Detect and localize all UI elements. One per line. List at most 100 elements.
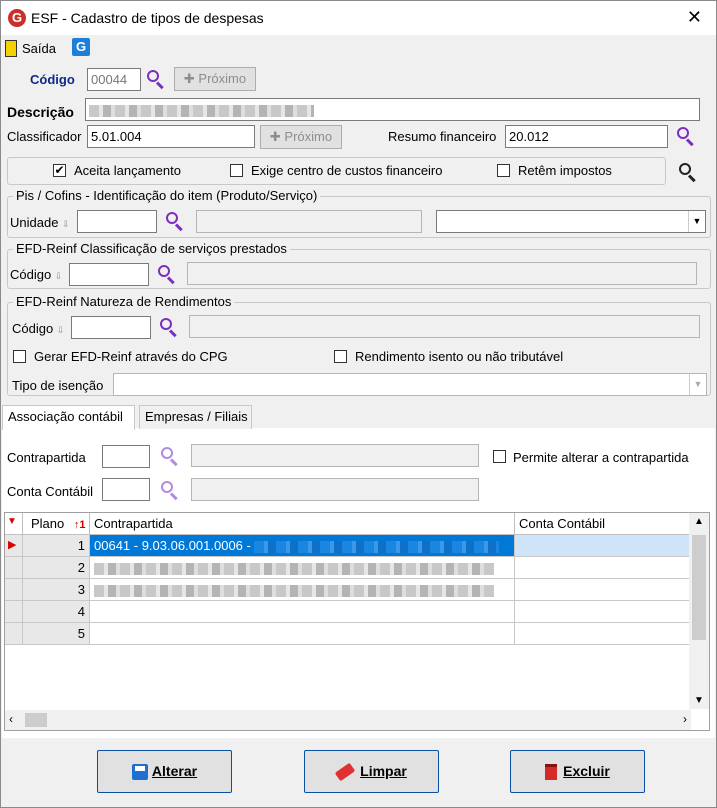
title-bar: G ESF - Cadastro de tipos de despesas ✕ bbox=[1, 1, 716, 35]
scroll-thumb[interactable] bbox=[25, 713, 47, 727]
efd-class-search-icon[interactable] bbox=[157, 264, 177, 285]
exit-button[interactable]: Saída bbox=[5, 39, 65, 59]
grid-header-plano-label: Plano bbox=[31, 516, 65, 531]
cell-plano[interactable]: 3 bbox=[23, 579, 90, 601]
descricao-label: Descrição bbox=[7, 104, 74, 120]
gerar-cpg-checkbox[interactable] bbox=[13, 350, 26, 363]
table-row[interactable]: ▶ 1 00641 - 9.03.06.001.0006 - bbox=[5, 535, 690, 557]
sort-indicator-icon: ↑1 bbox=[73, 519, 86, 531]
unidade-combo[interactable]: ▼ bbox=[436, 210, 706, 233]
cell-conta[interactable] bbox=[515, 579, 690, 601]
conta-search-icon[interactable] bbox=[160, 480, 180, 501]
grid-corner[interactable]: ▼ bbox=[5, 513, 23, 535]
close-icon[interactable]: ✕ bbox=[687, 7, 702, 28]
conta-description bbox=[191, 478, 479, 501]
table-row[interactable]: 5 bbox=[5, 623, 690, 645]
retem-label: Retêm impostos bbox=[518, 163, 612, 178]
unidade-search-icon[interactable] bbox=[165, 211, 185, 232]
conta-input[interactable] bbox=[102, 478, 150, 501]
codigo-next-label: Próximo bbox=[198, 71, 247, 86]
codigo-next-button[interactable]: ✚ Próximo bbox=[174, 67, 256, 91]
down-arrow-icon: ⇩ bbox=[62, 219, 70, 229]
efd-class-codigo-text: Código bbox=[10, 267, 52, 282]
contrapartida-description bbox=[191, 444, 479, 467]
trash-icon bbox=[545, 764, 558, 781]
codigo-input[interactable]: 00044 bbox=[87, 68, 141, 91]
help-logo-icon[interactable]: G bbox=[72, 38, 90, 56]
redacted-text bbox=[94, 584, 494, 597]
conta-label: Conta Contábil bbox=[7, 484, 93, 499]
retem-checkbox[interactable] bbox=[497, 164, 510, 177]
scroll-thumb[interactable] bbox=[692, 535, 706, 640]
cell-conta[interactable] bbox=[515, 601, 690, 623]
cell-plano[interactable]: 2 bbox=[23, 557, 90, 579]
horizontal-scrollbar[interactable]: ‹ › bbox=[5, 710, 691, 730]
contrapartida-search-icon[interactable] bbox=[160, 446, 180, 467]
efd-nat-codigo-text: Código bbox=[12, 321, 54, 336]
grid-header-plano[interactable]: Plano ↑1 bbox=[23, 513, 90, 535]
eraser-icon bbox=[334, 763, 356, 782]
classificador-label: Classificador bbox=[7, 129, 82, 144]
chevron-down-icon[interactable]: ▼ bbox=[689, 374, 706, 395]
cell-plano[interactable]: 5 bbox=[23, 623, 90, 645]
scroll-down-icon[interactable]: ▼ bbox=[689, 695, 709, 706]
excluir-button[interactable]: Excluir bbox=[510, 750, 645, 793]
isencao-label: Tipo de isenção bbox=[12, 378, 104, 393]
cell-contrapartida[interactable]: 00641 - 9.03.06.001.0006 - bbox=[90, 535, 515, 557]
table-row[interactable]: 2 bbox=[5, 557, 690, 579]
resumo-search-icon[interactable] bbox=[676, 126, 696, 147]
row-indicator bbox=[5, 601, 23, 623]
window-title: ESF - Cadastro de tipos de despesas bbox=[31, 10, 264, 26]
scroll-right-icon[interactable]: › bbox=[683, 712, 687, 726]
limpar-button[interactable]: Limpar bbox=[304, 750, 439, 793]
cell-contrapartida[interactable] bbox=[90, 579, 515, 601]
cell-contrapartida[interactable] bbox=[90, 557, 515, 579]
efd-nat-codigo-label: Código ⇩ bbox=[12, 321, 64, 336]
efd-class-codigo-input[interactable] bbox=[69, 263, 149, 286]
tab-associacao[interactable]: Associação contábil bbox=[2, 405, 135, 430]
exit-door-icon bbox=[5, 40, 17, 57]
resumo-input[interactable]: 20.012 bbox=[505, 125, 668, 148]
classificador-input[interactable]: 5.01.004 bbox=[87, 125, 255, 148]
sort-order-label: 1 bbox=[79, 519, 86, 531]
efd-nat-codigo-input[interactable] bbox=[71, 316, 151, 339]
codigo-search-icon[interactable] bbox=[146, 69, 166, 90]
scroll-up-icon[interactable]: ▲ bbox=[689, 516, 709, 527]
permite-checkbox[interactable] bbox=[493, 450, 506, 463]
isento-checkbox[interactable] bbox=[334, 350, 347, 363]
unidade-input[interactable] bbox=[77, 210, 157, 233]
zoom-search-icon[interactable] bbox=[678, 162, 698, 183]
save-disk-icon bbox=[131, 764, 148, 781]
classificador-next-button[interactable]: ✚ Próximo bbox=[260, 125, 342, 149]
unidade-description bbox=[196, 210, 422, 233]
contrapartida-grid[interactable]: ▼ Plano ↑1 Contrapartida Conta Contábil … bbox=[4, 512, 710, 731]
cell-contrapartida[interactable] bbox=[90, 623, 515, 645]
aceita-checkbox[interactable]: ✔ bbox=[53, 164, 66, 177]
descricao-input[interactable] bbox=[85, 98, 700, 121]
table-row[interactable]: 3 bbox=[5, 579, 690, 601]
main-window: G ESF - Cadastro de tipos de despesas ✕ … bbox=[0, 0, 717, 808]
scroll-left-icon[interactable]: ‹ bbox=[9, 712, 13, 726]
down-arrow-icon: ⇩ bbox=[56, 325, 65, 335]
chevron-down-icon[interactable]: ▼ bbox=[688, 211, 705, 232]
cell-contrapartida[interactable] bbox=[90, 601, 515, 623]
cell-plano[interactable]: 4 bbox=[23, 601, 90, 623]
grid-header-conta[interactable]: Conta Contábil bbox=[515, 513, 690, 535]
cell-plano[interactable]: 1 bbox=[23, 535, 90, 557]
cell-conta[interactable] bbox=[515, 623, 690, 645]
isencao-combo[interactable]: ▼ bbox=[113, 373, 707, 396]
tab-empresas[interactable]: Empresas / Filiais bbox=[139, 405, 252, 429]
exit-label: Saída bbox=[22, 41, 56, 56]
vertical-scrollbar[interactable]: ▲ ▼ bbox=[689, 513, 709, 709]
contrapartida-input[interactable] bbox=[102, 445, 150, 468]
cell-conta[interactable] bbox=[515, 535, 690, 557]
classificador-next-label: Próximo bbox=[284, 129, 333, 144]
efd-nat-search-icon[interactable] bbox=[159, 317, 179, 338]
exige-checkbox[interactable] bbox=[230, 164, 243, 177]
efd-nat-description bbox=[189, 315, 700, 338]
tab-strip: Associação contábil Empresas / Filiais bbox=[2, 405, 302, 430]
cell-conta[interactable] bbox=[515, 557, 690, 579]
table-row[interactable]: 4 bbox=[5, 601, 690, 623]
alterar-button[interactable]: Alterar bbox=[97, 750, 232, 793]
grid-header-contrapartida[interactable]: Contrapartida bbox=[90, 513, 515, 535]
